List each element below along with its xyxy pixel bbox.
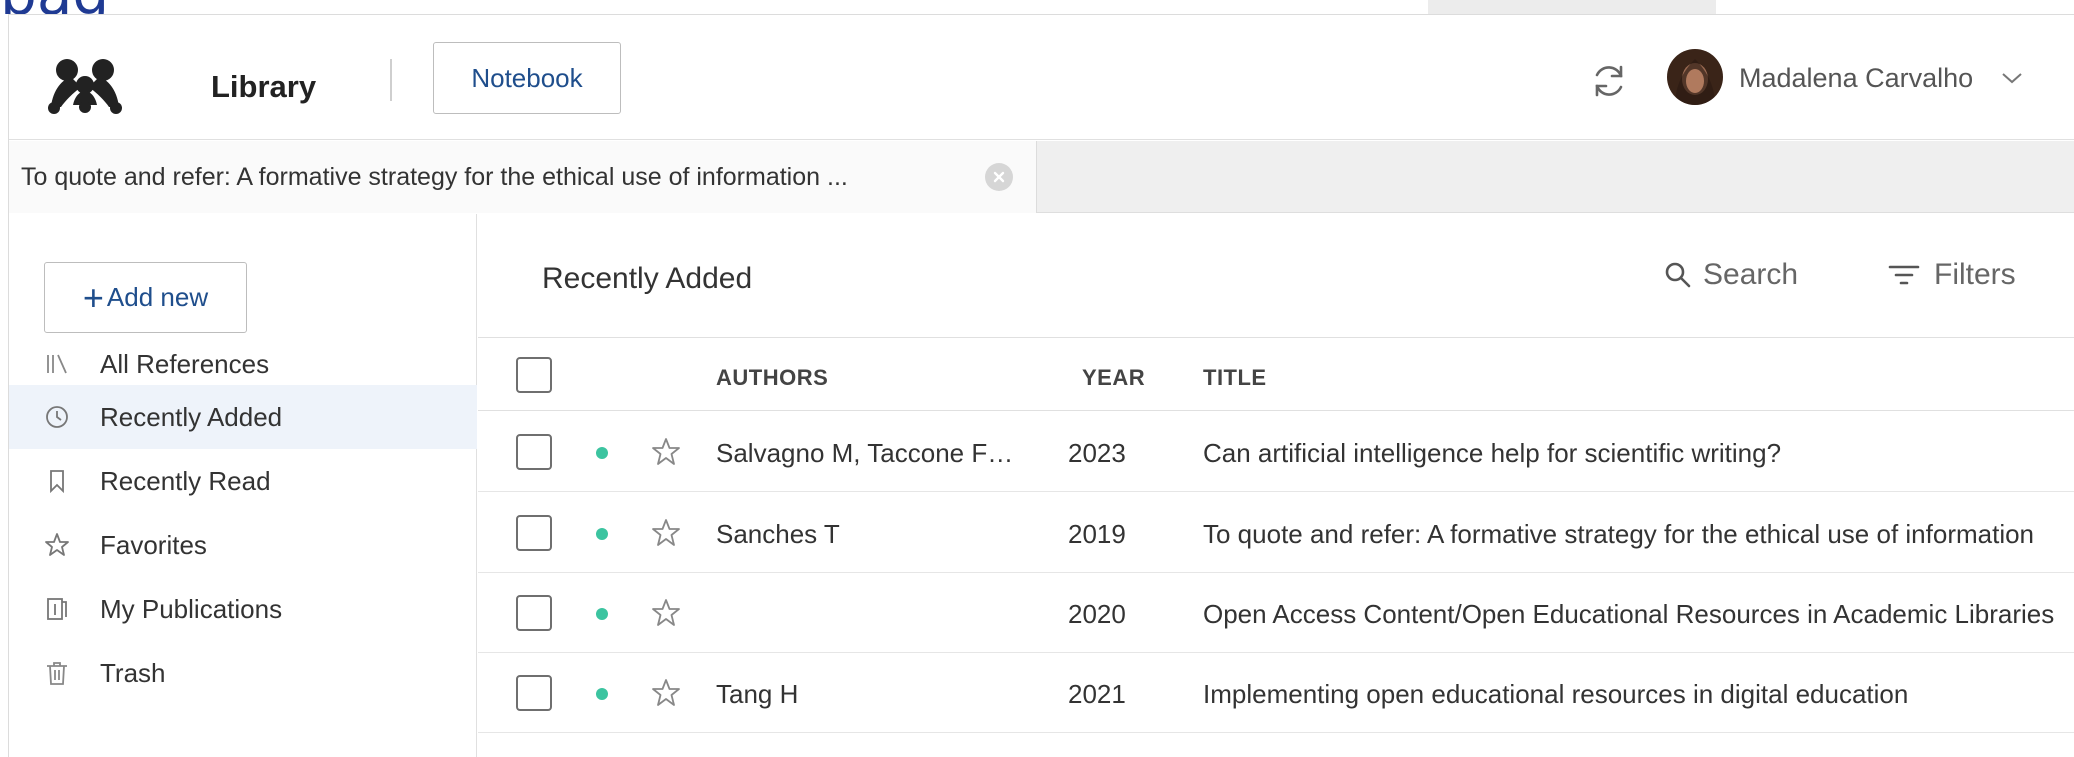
library-books-icon xyxy=(47,354,67,374)
sidebar: + Add new All References Recently Added … xyxy=(9,214,477,757)
table-header: AUTHORS YEAR TITLE xyxy=(478,339,2074,411)
add-new-label: Add new xyxy=(106,282,209,312)
filters-label: Filters xyxy=(1934,258,2016,291)
sidebar-item-favorites[interactable]: Favorites xyxy=(9,513,477,577)
document-tab-label[interactable]: To quote and refer: A formative strategy… xyxy=(21,163,981,192)
add-new-button[interactable]: + Add new xyxy=(44,262,247,333)
unread-dot-icon xyxy=(596,528,608,540)
avatar[interactable] xyxy=(1667,49,1723,105)
header-divider xyxy=(390,59,392,101)
column-header-title[interactable]: TITLE xyxy=(1203,365,1267,391)
sidebar-item-my-publications[interactable]: My Publications xyxy=(9,577,477,641)
row-year: 2023 xyxy=(1068,438,1126,468)
section-title: Recently Added xyxy=(542,262,753,295)
document-tab-bar: To quote and refer: A formative strategy… xyxy=(9,141,2074,213)
row-title: To quote and refer: A formative strategy… xyxy=(1203,519,2035,549)
main-content: Recently Added Search Filters AUTHORS YE… xyxy=(478,214,2074,757)
row-checkbox[interactable] xyxy=(516,675,552,711)
row-authors: Salvagno M, Taccone F… xyxy=(716,438,1014,468)
row-year: 2020 xyxy=(1068,599,1126,629)
page-title: Library xyxy=(211,69,317,104)
sidebar-item-trash[interactable]: Trash xyxy=(9,641,477,705)
chevron-down-icon[interactable] xyxy=(2001,71,2023,85)
app-header: Library Notebook Madalena Carvalho xyxy=(9,15,2074,140)
sidebar-item-label: All References xyxy=(100,348,270,379)
search-button[interactable]: Search xyxy=(1663,258,1798,292)
table-row[interactable]: Salvagno M, Taccone F… 2023 Can artifici… xyxy=(478,412,2074,492)
mendeley-app: Library Notebook Madalena Carvalho To qu… xyxy=(8,14,2074,757)
unread-dot-icon xyxy=(596,688,608,700)
unread-dot-icon xyxy=(596,608,608,620)
trash-icon xyxy=(47,662,67,685)
unread-dot-icon xyxy=(596,447,608,459)
row-checkbox[interactable] xyxy=(516,434,552,470)
sync-icon[interactable] xyxy=(1589,61,1629,101)
list-header: Recently Added Search Filters xyxy=(478,214,2074,338)
row-checkbox[interactable] xyxy=(516,595,552,631)
bookmark-icon xyxy=(50,470,64,494)
close-circle-icon[interactable] xyxy=(985,163,1013,191)
mendeley-logo-icon[interactable] xyxy=(43,55,127,115)
plus-icon: + xyxy=(82,276,104,318)
star-icon[interactable] xyxy=(650,517,682,549)
row-authors: Sanches T xyxy=(716,519,840,549)
publications-icon xyxy=(47,598,67,620)
top-grey-bar xyxy=(1428,0,1716,14)
table-row[interactable]: Tang H 2021 Implementing open educationa… xyxy=(478,653,2074,733)
star-icon[interactable] xyxy=(650,436,682,468)
select-all-checkbox[interactable] xyxy=(516,357,552,393)
sidebar-item-recently-added[interactable]: Recently Added xyxy=(9,385,477,449)
row-title: Implementing open educational resources … xyxy=(1203,679,1909,709)
row-title: Can artificial intelligence help for sci… xyxy=(1203,438,1782,468)
row-checkbox[interactable] xyxy=(516,515,552,551)
row-year: 2021 xyxy=(1068,679,1126,709)
row-authors: Tang H xyxy=(716,679,799,709)
column-header-year[interactable]: YEAR xyxy=(1082,365,1145,391)
column-header-authors[interactable]: AUTHORS xyxy=(716,365,828,391)
user-name[interactable]: Madalena Carvalho xyxy=(1739,63,1973,94)
clock-icon xyxy=(46,406,68,428)
search-label: Search xyxy=(1703,258,1799,291)
top-strip: pag xyxy=(0,0,2074,14)
sidebar-item-label: Recently Read xyxy=(100,465,271,496)
filters-button[interactable]: Filters xyxy=(1888,258,2016,292)
table-row[interactable]: 2020 Open Access Content/Open Educationa… xyxy=(478,573,2074,653)
sidebar-item-label: Favorites xyxy=(100,529,207,560)
document-tab[interactable]: To quote and refer: A formative strategy… xyxy=(9,141,1037,213)
star-icon[interactable] xyxy=(650,677,682,709)
search-icon xyxy=(1665,262,1691,288)
row-title: Open Access Content/Open Educational Res… xyxy=(1203,599,2055,629)
sidebar-item-recently-read[interactable]: Recently Read xyxy=(9,449,477,513)
row-year: 2019 xyxy=(1068,519,1126,549)
sidebar-item-label: My Publications xyxy=(100,593,283,624)
notebook-button[interactable]: Notebook xyxy=(433,42,621,114)
sidebar-item-label: Recently Added xyxy=(100,401,283,432)
star-icon[interactable] xyxy=(650,597,682,629)
star-icon xyxy=(45,533,69,556)
cut-off-heading-fragment: pag xyxy=(0,0,109,14)
sidebar-item-label: Trash xyxy=(100,657,166,688)
table-row[interactable]: Sanches T 2019 To quote and refer: A for… xyxy=(478,493,2074,573)
filter-icon xyxy=(1888,265,1920,285)
